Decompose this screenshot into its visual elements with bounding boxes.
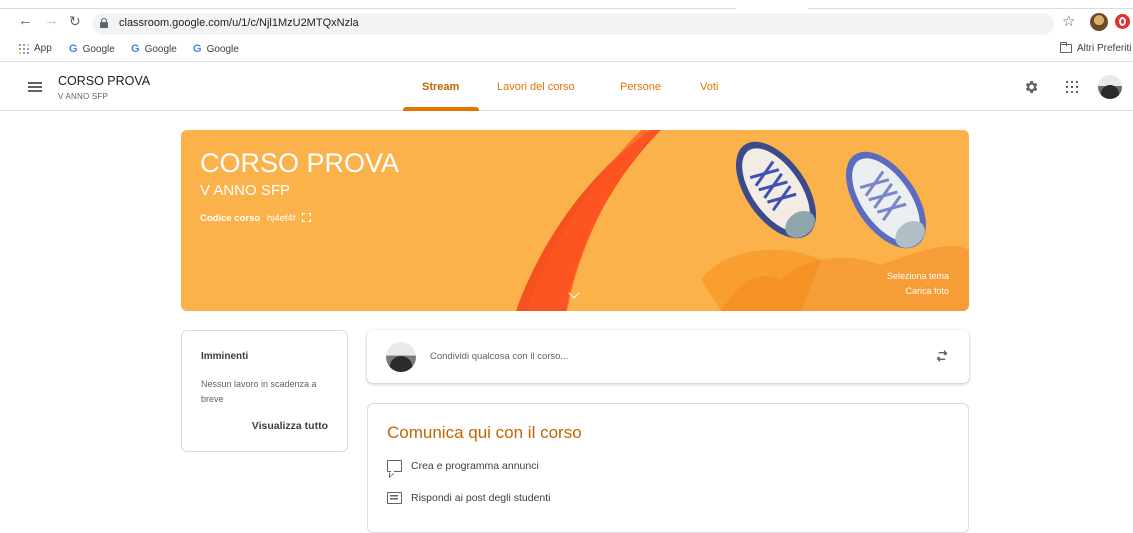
bookmark-google-2[interactable]: G Google	[131, 43, 177, 55]
header-course-section: V ANNO SFP	[58, 92, 109, 101]
url-text: classroom.google.com/u/1/c/Njl1MzU2MTQxN…	[119, 17, 359, 29]
repost-icon[interactable]	[934, 348, 950, 364]
header-course-title[interactable]: CORSO PROVA	[58, 74, 150, 88]
course-code-label: Codice corso	[200, 213, 261, 224]
create-announcements-item: Crea e programma annunci	[387, 460, 539, 472]
google-apps-icon[interactable]	[1066, 81, 1078, 93]
google-g-icon: G	[69, 43, 78, 55]
tab-grades[interactable]: Voti	[700, 81, 718, 93]
bookmark-label: Google	[82, 43, 115, 55]
browser-toolbar: ← → ↻ classroom.google.com/u/1/c/Njl1MzU…	[0, 0, 1133, 40]
main-menu-icon[interactable]	[28, 82, 42, 92]
bookmark-label: Google	[206, 43, 239, 55]
upcoming-title: Imminenti	[201, 351, 249, 362]
active-tab-indicator	[403, 107, 479, 111]
active-tab-gap	[736, 7, 808, 10]
user-avatar	[386, 342, 416, 372]
share-box[interactable]: Condividi qualcosa con il corso...	[367, 330, 969, 383]
course-banner: CORSO PROVA V ANNO SFP Codice corso hj4e…	[181, 130, 969, 311]
bookmark-apps[interactable]: App	[19, 43, 52, 54]
account-avatar[interactable]	[1098, 75, 1122, 99]
banner-course-title: CORSO PROVA	[200, 148, 400, 178]
reload-icon[interactable]: ↻	[69, 13, 81, 29]
view-all-link[interactable]: Visualizza tutto	[252, 420, 328, 432]
tab-people[interactable]: Persone	[620, 81, 661, 93]
apps-grid-icon	[19, 43, 29, 54]
course-code-value: hj4ef4f	[266, 213, 296, 224]
bookmark-google-1[interactable]: G Google	[69, 43, 115, 55]
tab-stream[interactable]: Stream	[422, 81, 459, 93]
lock-icon	[100, 18, 108, 28]
profile-avatar-icon[interactable]	[1090, 13, 1108, 31]
bookmark-label: Google	[144, 43, 177, 55]
announcement-icon	[387, 460, 402, 472]
google-g-icon: G	[131, 43, 140, 55]
bookmark-star-icon[interactable]: ☆	[1062, 14, 1075, 30]
back-arrow-icon[interactable]: ←	[18, 13, 33, 29]
google-g-icon: G	[193, 43, 202, 55]
address-bar[interactable]: classroom.google.com/u/1/c/Njl1MzU2MTQxN…	[92, 13, 1054, 35]
banner-course-section: V ANNO SFP	[200, 182, 291, 199]
tabstrip-divider	[0, 8, 1133, 9]
settings-gear-icon[interactable]	[1023, 79, 1039, 95]
bookmarks-bar: App G Google G Google G Google Altri Pre…	[0, 40, 1133, 62]
select-theme-link[interactable]: Seleziona tema	[887, 271, 949, 281]
tab-classwork[interactable]: Lavori del corso	[497, 81, 575, 93]
upload-photo-link[interactable]: Carica foto	[905, 286, 949, 296]
upcoming-card: Imminenti Nessun lavoro in scadenza a br…	[181, 330, 348, 452]
reply-posts-label: Rispondi ai post degli studenti	[411, 492, 551, 504]
communicate-title: Comunica qui con il corso	[387, 423, 582, 442]
communicate-card: Comunica qui con il corso Crea e program…	[367, 403, 969, 533]
reply-posts-item: Rispondi ai post degli studenti	[387, 492, 551, 504]
course-code: Codice corso hj4ef4f	[200, 213, 311, 224]
bookmark-label: App	[34, 43, 52, 54]
fullscreen-icon[interactable]	[302, 213, 311, 222]
folder-icon	[1060, 42, 1072, 53]
reply-icon	[387, 492, 402, 504]
upcoming-empty-text: Nessun lavoro in scadenza a breve	[201, 379, 317, 404]
forward-arrow-icon[interactable]: →	[44, 13, 59, 29]
create-announcements-label: Crea e programma annunci	[411, 460, 539, 472]
bookmark-google-3[interactable]: G Google	[193, 43, 239, 55]
opera-extension-icon[interactable]	[1115, 14, 1130, 29]
other-bookmarks-label: Altri Preferiti	[1077, 43, 1132, 54]
classroom-header: CORSO PROVA V ANNO SFP Stream Lavori del…	[0, 63, 1133, 111]
share-placeholder[interactable]: Condividi qualcosa con il corso...	[430, 351, 568, 362]
other-bookmarks[interactable]: Altri Preferiti	[1060, 42, 1132, 54]
